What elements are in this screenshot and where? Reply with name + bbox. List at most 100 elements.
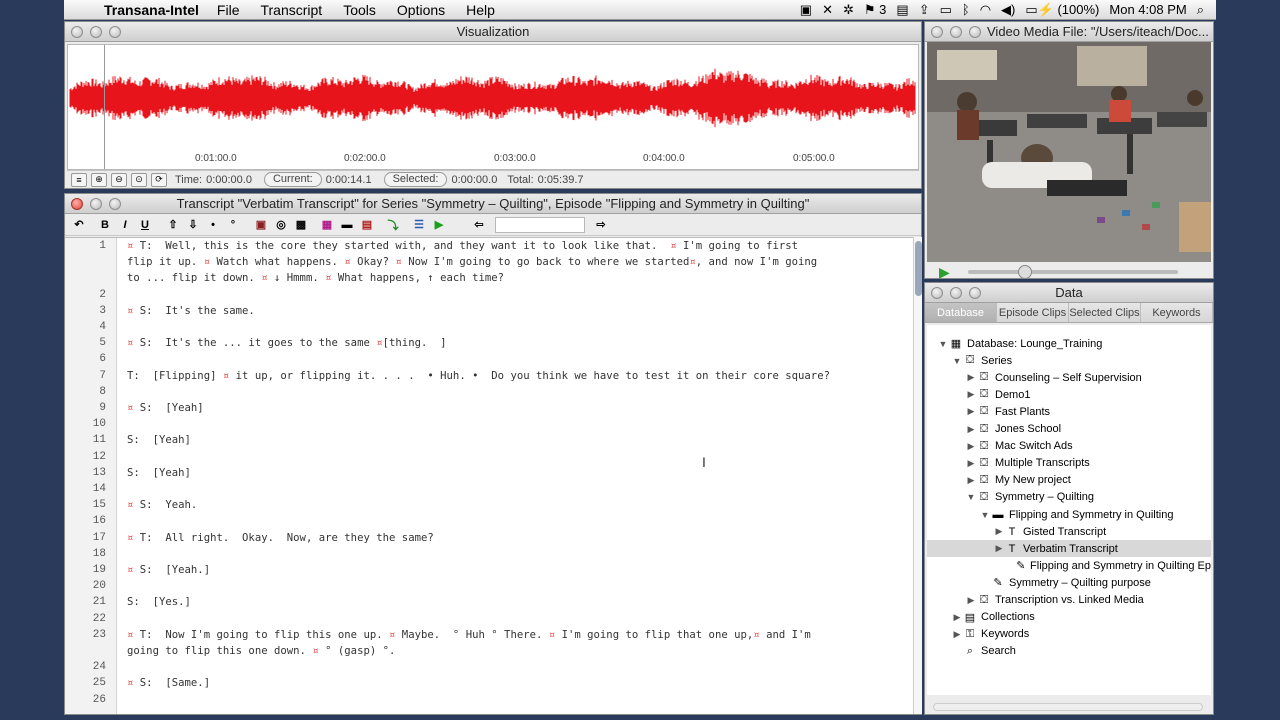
disclosure-closed-icon[interactable]: ▶ (965, 441, 977, 452)
search-back-icon[interactable]: ⇦ (471, 217, 487, 233)
tab-keywords[interactable]: Keywords (1141, 303, 1213, 322)
menu-help[interactable]: Help (466, 2, 495, 18)
play-icon[interactable]: ▶ (431, 217, 447, 233)
transcript-line[interactable]: ¤ S: [Yeah] (127, 402, 204, 414)
disclosure-closed-icon[interactable]: ▶ (993, 543, 1005, 554)
timecode-marker[interactable]: ¤ (389, 629, 395, 641)
timecode-icon[interactable]: ▣ (253, 217, 269, 233)
tree-item[interactable]: ▼ ⛋ Series (927, 352, 1211, 369)
disclosure-closed-icon[interactable]: ▶ (965, 424, 977, 435)
clip-icon[interactable]: ▬ (339, 217, 355, 233)
transcript-line[interactable]: S: [Yeah] (127, 467, 191, 479)
tab-selected-clips[interactable]: Selected Clips (1069, 303, 1141, 322)
disclosure-closed-icon[interactable]: ▶ (965, 389, 977, 400)
close-window-button[interactable] (71, 198, 83, 210)
tree-item[interactable]: ▶ ⛋ Fast Plants (927, 403, 1211, 420)
waveform-area[interactable]: 0:01:00.0 0:02:00.0 0:03:00.0 0:04:00.0 … (67, 44, 919, 170)
current-button[interactable]: Current: (263, 172, 322, 187)
disclosure-closed-icon[interactable]: ▶ (993, 526, 1005, 537)
disclosure-closed-icon[interactable]: ▶ (965, 406, 977, 417)
transcript-scrollbar[interactable] (913, 237, 922, 714)
zoom-window-button[interactable] (109, 198, 121, 210)
tab-database[interactable]: Database (925, 303, 997, 322)
minimize-window-button[interactable] (90, 198, 102, 210)
video-status-icon[interactable]: ▣ (800, 2, 812, 18)
disclosure-closed-icon[interactable]: ▶ (951, 629, 963, 640)
minimize-window-button[interactable] (950, 287, 962, 299)
timecode-marker[interactable]: ¤ (312, 645, 318, 657)
transcript-line[interactable]: ¤ T: All right. Okay. Now, are they the … (127, 532, 434, 544)
timecode-marker[interactable]: ¤ (376, 337, 382, 349)
show-timecodes-icon[interactable]: ◎ (273, 217, 289, 233)
disclosure-closed-icon[interactable]: ▶ (951, 612, 963, 623)
timecode-marker[interactable]: ¤ (127, 629, 133, 641)
italic-icon[interactable]: I (117, 217, 133, 233)
disclosure-open-icon[interactable]: ▼ (979, 510, 991, 520)
zoom-out-icon[interactable]: ⊖ (111, 172, 127, 187)
timecode-marker[interactable]: ¤ (127, 337, 133, 349)
volume-icon[interactable]: ◀) (1001, 2, 1015, 18)
wifi-icon[interactable]: ◠ (980, 2, 991, 18)
propagate-icon[interactable]: ⤵ (385, 217, 401, 233)
timecode-marker[interactable]: ¤ (325, 272, 331, 284)
timecode-marker[interactable]: ¤ (223, 370, 229, 382)
search-forward-icon[interactable]: ⇨ (593, 217, 609, 233)
timecode-marker[interactable]: ¤ (127, 532, 133, 544)
tree-item[interactable]: ▶ ⚿ Keywords (927, 626, 1211, 643)
minimize-window-button[interactable] (950, 26, 962, 38)
tree-item[interactable]: ▶ ⛋ Multiple Transcripts (927, 455, 1211, 472)
minimize-window-button[interactable] (90, 26, 102, 38)
tree-item[interactable]: ▶ T Gisted Transcript (927, 523, 1211, 540)
tree-item[interactable]: ✎ Symmetry – Quilting purpose (927, 574, 1211, 591)
visualization-titlebar[interactable]: Visualization (65, 22, 921, 42)
video-position-slider[interactable] (967, 265, 1178, 279)
transcript-line[interactable]: to ... flip it down. ¤ ↓ Hmmm. ¤ What ha… (127, 272, 504, 284)
disclosure-open-icon[interactable]: ▼ (937, 339, 949, 349)
snapshot-icon[interactable]: ▦ (319, 217, 335, 233)
tree-item[interactable]: ✎ Flipping and Symmetry in Quilting Ep (927, 557, 1211, 574)
app-menu[interactable]: Transana-Intel (104, 2, 199, 18)
menu-tools[interactable]: Tools (343, 2, 376, 18)
disclosure-closed-icon[interactable]: ▶ (965, 372, 977, 383)
display-status-icon[interactable]: ▭ (940, 2, 952, 18)
tree-item[interactable]: ▼ ▦ Database: Lounge_Training (927, 335, 1211, 352)
rising-intonation-icon[interactable]: ⇧ (165, 217, 181, 233)
tree-item[interactable]: ▶ ⛋ Jones School (927, 421, 1211, 438)
play-icon[interactable]: ▶ (939, 264, 950, 281)
tree-horizontal-scrollbar[interactable] (933, 703, 1203, 711)
zoom-in-icon[interactable]: ⊕ (91, 172, 107, 187)
timecode-marker[interactable]: ¤ (670, 240, 676, 252)
timecode-marker[interactable]: ¤ (261, 272, 267, 284)
tree-item[interactable]: ▼ ⛋ Symmetry – Quilting (927, 489, 1211, 506)
transcript-titlebar[interactable]: Transcript "Verbatim Transcript" for Ser… (65, 194, 921, 214)
tree-item[interactable]: ▼ ▬ Flipping and Symmetry in Quilting (927, 506, 1211, 523)
transcript-line[interactable]: flip it up. ¤ Watch what happens. ¤ Okay… (127, 256, 817, 268)
disclosure-open-icon[interactable]: ▼ (965, 492, 977, 502)
image-icon[interactable]: ▩ (293, 217, 309, 233)
transcript-body[interactable]: 1 2 3 4 5 6 7 8 9 10 11 12 13 14 15 16 17 18 19 20 21 22 23 24 2… (65, 237, 913, 714)
timecode-marker[interactable]: ¤ (753, 629, 759, 641)
disclosure-open-icon[interactable]: ▼ (951, 356, 963, 366)
transcript-line[interactable]: ¤ S: [Same.] (127, 677, 210, 689)
tree-item[interactable]: ▶ T Verbatim Transcript (927, 540, 1211, 558)
undo-icon[interactable]: ↶ (71, 217, 87, 233)
timecode-marker[interactable]: ¤ (204, 256, 210, 268)
close-window-button[interactable] (71, 26, 83, 38)
menu-options[interactable]: Options (397, 2, 445, 18)
transcript-line[interactable]: ¤ T: Now I'm going to flip this one up. … (127, 629, 811, 641)
timecode-marker[interactable]: ¤ (127, 499, 133, 511)
transcript-line[interactable]: ¤ T: Well, this is the core they started… (127, 240, 798, 252)
timecode-marker[interactable]: ¤ (127, 305, 133, 317)
timecode-marker[interactable]: ¤ (127, 677, 133, 689)
tree-item[interactable]: ▶ ⛋ Mac Switch Ads (927, 438, 1211, 455)
video-frame[interactable] (927, 42, 1211, 262)
transcript-line[interactable]: T: [Flipping] ¤ it up, or flipping it. .… (127, 370, 830, 382)
tree-item[interactable]: ▶ ⛋ Demo1 (927, 386, 1211, 403)
timecode-marker[interactable]: ¤ (395, 256, 401, 268)
timecode-marker[interactable]: ¤ (344, 256, 350, 268)
transcript-line[interactable]: S: [Yeah] (127, 434, 191, 446)
disclosure-closed-icon[interactable]: ▶ (965, 458, 977, 469)
transcript-scroll-thumb[interactable] (915, 241, 922, 296)
tab-episode-clips[interactable]: Episode Clips (997, 303, 1069, 322)
menu-transcript[interactable]: Transcript (260, 2, 322, 18)
